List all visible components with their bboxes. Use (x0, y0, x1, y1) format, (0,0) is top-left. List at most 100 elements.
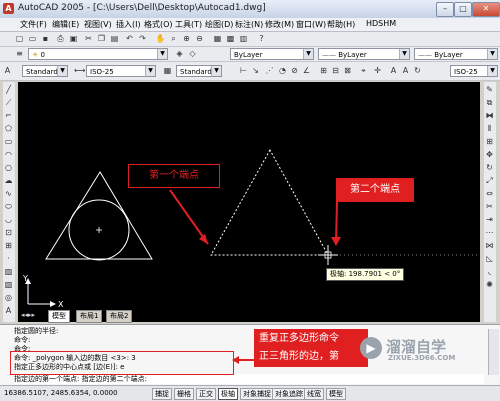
center-mark-icon[interactable]: ✛ (372, 65, 383, 76)
close-button[interactable]: ✕ (472, 2, 500, 17)
angular-dim-icon[interactable]: ∠ (301, 65, 312, 76)
grid-button[interactable]: 栅格 (174, 388, 194, 400)
menu-format[interactable]: 格式(O) (144, 19, 173, 30)
zoom-realtime-icon[interactable]: ⌕ (168, 33, 179, 44)
chamfer-icon[interactable]: ◺ (484, 253, 495, 264)
menu-insert[interactable]: 插入(I) (116, 19, 141, 30)
trim-icon[interactable]: ✂ (484, 201, 495, 212)
menu-hdshm[interactable]: HDSHM (366, 19, 396, 28)
dimedit-icon[interactable]: A (388, 65, 399, 76)
zoom-previous-icon[interactable]: ⊖ (194, 33, 205, 44)
command-input[interactable]: 指定边的第一个端点: 指定边的第二个端点: (14, 374, 484, 384)
spline-icon[interactable]: ∿ (3, 188, 14, 199)
maximize-button[interactable]: □ (454, 2, 472, 17)
dim-style-combo-right[interactable]: ISO-25 ▼ (450, 65, 498, 77)
ortho-button[interactable]: 正交 (196, 388, 216, 400)
menu-modify[interactable]: 修改(M) (265, 19, 294, 30)
linear-dim-icon[interactable]: ⊢ (238, 65, 249, 76)
mtext-icon[interactable]: A (3, 305, 14, 316)
copy-object-icon[interactable]: ⧉ (484, 97, 495, 108)
make-current-icon[interactable]: ◈ (174, 48, 185, 59)
copy-icon[interactable]: ❐ (96, 33, 107, 44)
menu-tools[interactable]: 工具(T) (175, 19, 202, 30)
explode-icon[interactable]: ✺ (484, 279, 495, 290)
autocad-app-icon[interactable]: A (3, 3, 14, 14)
pan-icon[interactable]: ✋ (155, 33, 166, 44)
command-scrollbar[interactable] (488, 329, 499, 375)
baseline-dim-icon[interactable]: ⊟ (330, 65, 341, 76)
menu-dimension[interactable]: 标注(N) (235, 19, 263, 30)
tab-nav-arrows[interactable]: ◂◂▸▸ (18, 310, 38, 321)
menu-window[interactable]: 窗口(W) (296, 19, 326, 30)
rotate-icon[interactable]: ↻ (484, 162, 495, 173)
insert-block-icon[interactable]: ⊡ (3, 227, 14, 238)
menu-file[interactable]: 文件(F) (20, 19, 47, 30)
paste-icon[interactable]: ▤ (109, 33, 120, 44)
stretch-icon[interactable]: ⇔ (484, 188, 495, 199)
fillet-icon[interactable]: ◟ (484, 266, 495, 277)
aligned-dim-icon[interactable]: ↘ (250, 65, 261, 76)
line-icon[interactable]: ╱ (3, 84, 14, 95)
arc-icon[interactable]: ◠ (3, 149, 14, 160)
ellipse-arc-icon[interactable]: ◡ (3, 214, 14, 225)
quick-dim-icon[interactable]: ⊞ (318, 65, 329, 76)
table-style-combo[interactable]: Standard ▼ (176, 65, 222, 77)
tab-model[interactable]: 模型 (48, 310, 70, 323)
linetype-combo[interactable]: —— ByLayer ▼ (318, 48, 410, 60)
polar-button[interactable]: 极轴 (218, 388, 238, 400)
table-style-icon[interactable]: ▦ (162, 65, 173, 76)
tab-layout2[interactable]: 布局2 (106, 310, 133, 323)
preview-icon[interactable]: ▣ (68, 33, 79, 44)
make-block-icon[interactable]: ⊞ (3, 240, 14, 251)
polyline-icon[interactable]: ⌐ (3, 110, 14, 121)
scale-icon[interactable]: ⤢ (484, 175, 495, 186)
mirror-icon[interactable]: ⧓ (484, 110, 495, 121)
layer-manager-icon[interactable]: ≡ (14, 48, 25, 59)
text-style-icon[interactable]: A (2, 65, 13, 76)
construction-line-icon[interactable]: ⟋ (3, 97, 14, 108)
join-icon[interactable]: ⋈ (484, 240, 495, 251)
dim-style-icon[interactable]: ⟷ (74, 65, 85, 76)
diameter-dim-icon[interactable]: ⊘ (289, 65, 300, 76)
save-icon[interactable]: ▪ (40, 33, 51, 44)
new-icon[interactable]: ▢ (14, 33, 25, 44)
help-icon[interactable]: ? (256, 33, 267, 44)
extend-icon[interactable]: ⇥ (484, 214, 495, 225)
rectangle-icon[interactable]: ▭ (3, 136, 14, 147)
layer-previous-icon[interactable]: ◇ (187, 48, 198, 59)
erase-icon[interactable]: ✎ (484, 84, 495, 95)
break-icon[interactable]: ⋯ (484, 227, 495, 238)
toolpalettes-icon[interactable]: ▥ (238, 33, 249, 44)
dim-style-combo[interactable]: ISO-25 ▼ (86, 65, 156, 77)
snap-button[interactable]: 捕捉 (152, 388, 172, 400)
osnap-button[interactable]: 对象捕捉 (240, 388, 274, 400)
otrack-button[interactable]: 对象追踪 (272, 388, 306, 400)
plot-icon[interactable]: ⎙ (55, 33, 66, 44)
cut-icon[interactable]: ✂ (83, 33, 94, 44)
dimtedit-icon[interactable]: A (400, 65, 411, 76)
dim-update-icon[interactable]: ↻ (412, 65, 423, 76)
menu-help[interactable]: 帮助(H) (327, 19, 355, 30)
ellipse-icon[interactable]: ⬭ (3, 201, 14, 212)
zoom-window-icon[interactable]: ⊕ (181, 33, 192, 44)
menu-edit[interactable]: 编辑(E) (52, 19, 79, 30)
tolerance-icon[interactable]: ⌖ (358, 65, 369, 76)
designcenter-icon[interactable]: ▩ (225, 33, 236, 44)
hatch-icon[interactable]: ▨ (3, 266, 14, 277)
tab-layout1[interactable]: 布局1 (76, 310, 103, 323)
radius-dim-icon[interactable]: ◔ (277, 65, 288, 76)
gradient-icon[interactable]: ▧ (3, 279, 14, 290)
drawing-canvas[interactable]: Y X 第一个端点 第二个端点 极轴: 198.7901 < 0° (18, 82, 480, 322)
ordinate-dim-icon[interactable]: ⋰ (264, 65, 275, 76)
continue-dim-icon[interactable]: ⊠ (342, 65, 353, 76)
offset-icon[interactable]: ⫴ (484, 123, 495, 134)
move-icon[interactable]: ✥ (484, 149, 495, 160)
text-style-combo[interactable]: Standard ▼ (22, 65, 68, 77)
redo-icon[interactable]: ↷ (137, 33, 148, 44)
open-icon[interactable]: ▭ (27, 33, 38, 44)
menu-draw[interactable]: 绘图(D) (205, 19, 233, 30)
layer-combo[interactable]: ☀ 0 ▼ (28, 48, 168, 60)
array-icon[interactable]: ⊞ (484, 136, 495, 147)
menu-view[interactable]: 视图(V) (84, 19, 112, 30)
undo-icon[interactable]: ↶ (124, 33, 135, 44)
